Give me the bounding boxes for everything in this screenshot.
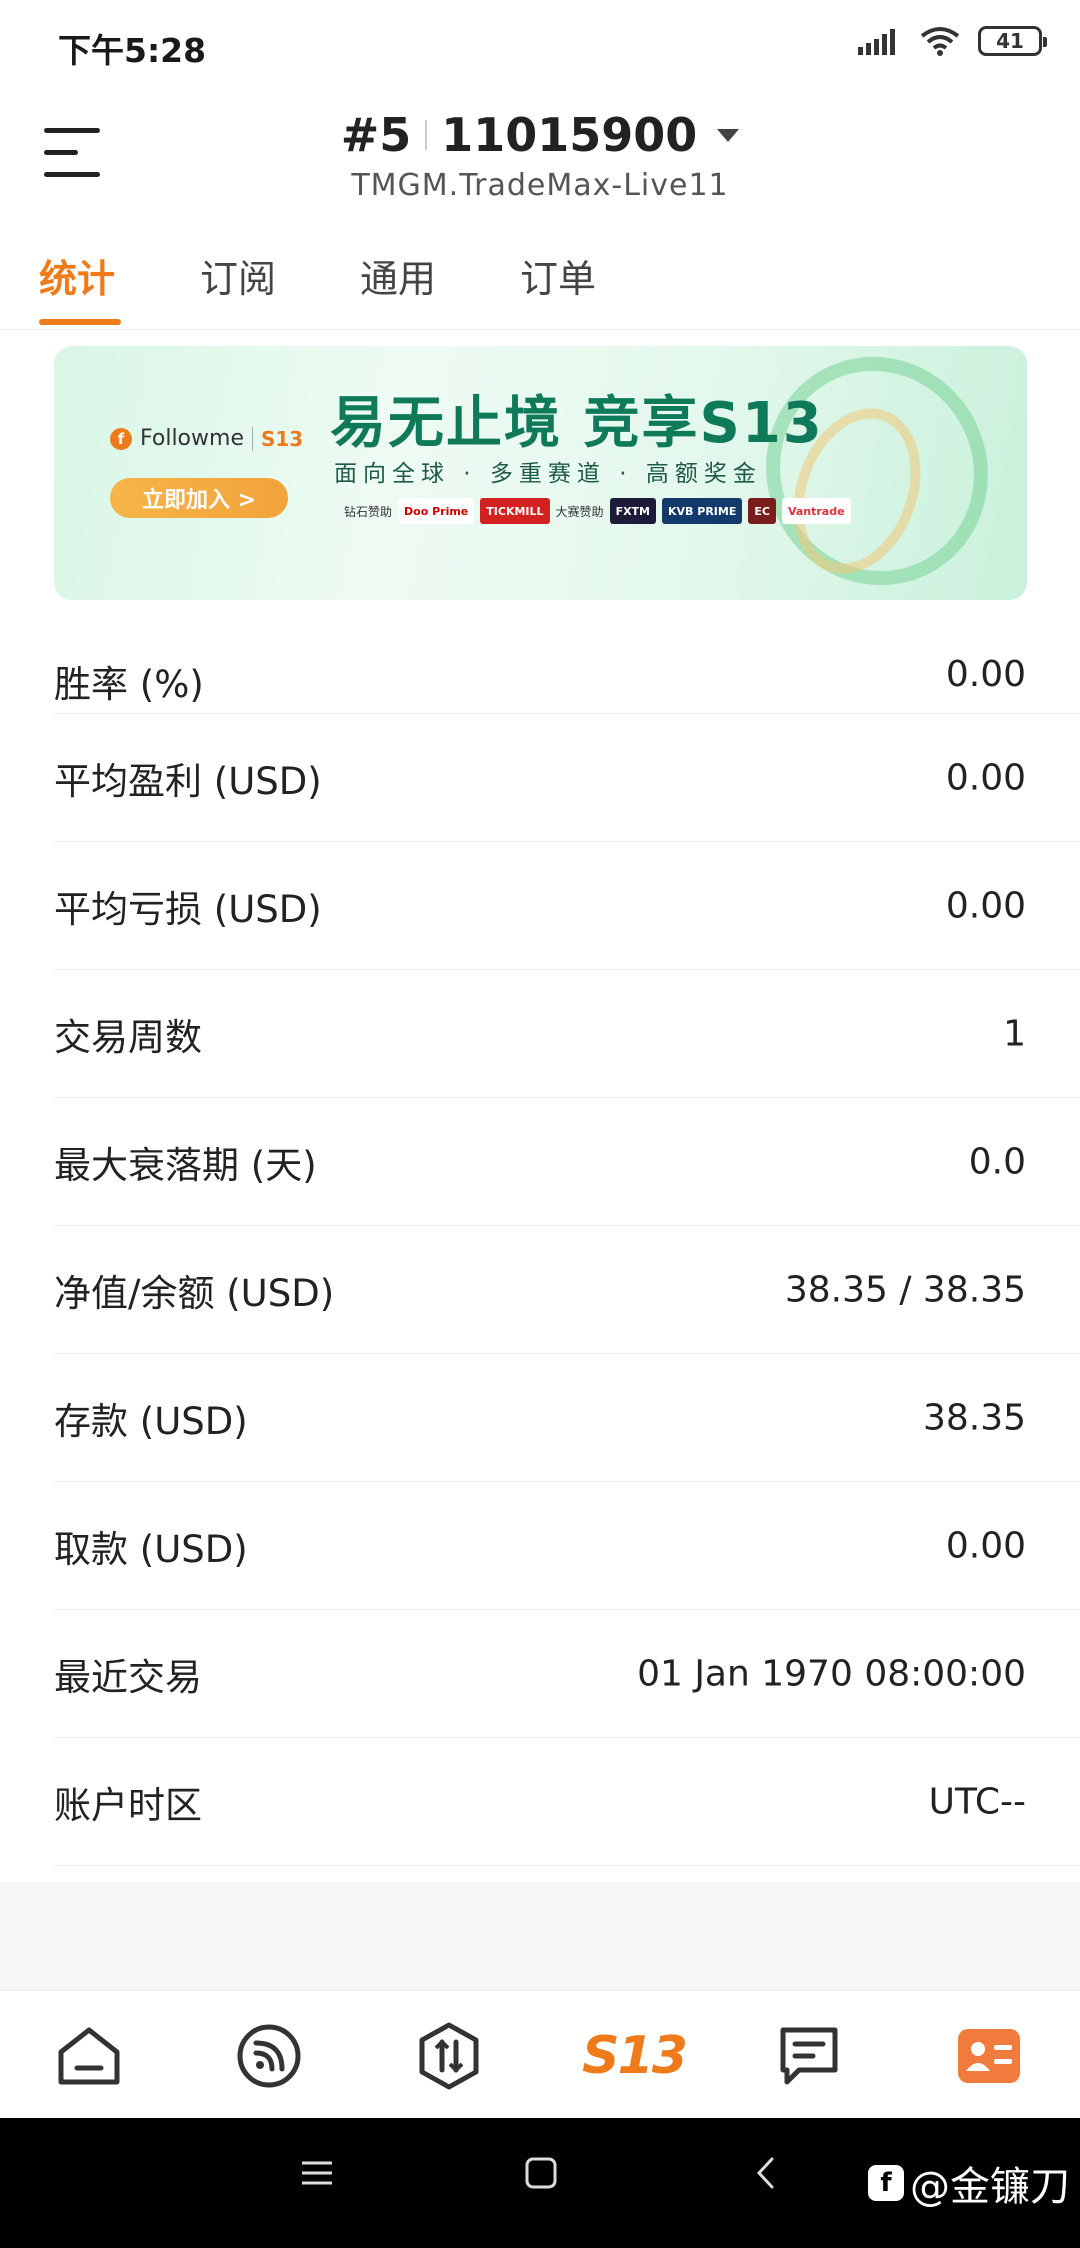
stat-row: 平均盈利 (USD) 0.00	[54, 714, 1080, 842]
stat-value: 0.00	[945, 654, 1026, 695]
s13-competition-icon[interactable]: S13	[582, 2021, 688, 2091]
sponsor-logo: Doo Prime	[398, 498, 475, 524]
trade-icon[interactable]	[414, 2021, 484, 2091]
account-selector[interactable]: #5 11015900 TMGM.TradeMax-Live11	[0, 108, 1080, 203]
system-nav-bar: f @金镰刀	[0, 2118, 1080, 2248]
stat-row: 存款 (USD) 38.35	[54, 1354, 1080, 1482]
stat-label: 平均盈利 (USD)	[54, 759, 322, 803]
stat-value: 01 Jan 1970 08:00:00	[637, 1653, 1026, 1694]
stat-row: 平均亏损 (USD) 0.00	[54, 842, 1080, 970]
bottom-nav: S13	[0, 1990, 1080, 2118]
banner-brand-name: Followme	[140, 426, 244, 451]
stat-value: 38.35	[922, 1397, 1026, 1438]
stat-label: 最大衰落期 (天)	[54, 1143, 317, 1187]
sponsor-logo: TICKMILL	[480, 498, 550, 524]
list-footer-spacer	[0, 1882, 1080, 1990]
battery-icon: 41	[978, 26, 1047, 56]
stat-row: 取款 (USD) 0.00	[54, 1482, 1080, 1610]
account-server: TMGM.TradeMax-Live11	[351, 168, 729, 203]
home-icon[interactable]	[54, 2021, 124, 2091]
stat-label: 平均亏损 (USD)	[54, 887, 322, 931]
s13-nav-label: S13	[582, 2026, 688, 2086]
battery-level: 41	[996, 29, 1024, 53]
banner-brand-badge: S13	[251, 426, 303, 451]
watermark-logo-icon: f	[868, 2165, 904, 2201]
stat-row: 账户时区 UTC--	[54, 1738, 1080, 1866]
diamond-sponsor-label: 钻石赞助	[344, 504, 393, 519]
banner-brand: f Followme S13	[110, 426, 303, 451]
tab-active-indicator	[39, 319, 121, 325]
stat-row: 交易周数 1	[54, 970, 1080, 1098]
stat-label: 存款 (USD)	[54, 1399, 248, 1443]
sponsor-logo: Vantrade	[781, 498, 851, 524]
caret-down-icon[interactable]	[717, 128, 740, 142]
tab-general[interactable]: 通用	[360, 248, 436, 303]
recent-apps-icon[interactable]	[300, 2156, 334, 2194]
stat-value: 1	[1003, 1013, 1026, 1054]
tab-orders[interactable]: 订单	[520, 248, 596, 303]
back-icon[interactable]	[754, 2156, 778, 2194]
stat-value: 0.00	[945, 1525, 1026, 1566]
sponsor-logo: EC	[748, 498, 776, 524]
account-number: 11015900	[441, 108, 698, 162]
stat-row: 最大衰落期 (天) 0.0	[54, 1098, 1080, 1226]
status-time: 下午5:28	[58, 31, 207, 70]
grand-sponsor-label: 大赛赞助	[555, 504, 604, 519]
stat-value: 0.0	[968, 1141, 1026, 1182]
status-bar: 下午5:28 41	[0, 0, 1080, 90]
profile-card-icon[interactable]	[954, 2021, 1024, 2091]
stats-list: 胜率 (%) 0.00 平均盈利 (USD) 0.00 平均亏损 (USD) 0…	[0, 618, 1080, 1866]
stat-label: 胜率 (%)	[54, 663, 204, 706]
stat-value: 38.35 / 38.35	[784, 1269, 1026, 1310]
home-button-icon[interactable]	[524, 2156, 558, 2194]
tab-subscribe[interactable]: 订阅	[200, 248, 276, 303]
stat-row: 净值/余额 (USD) 38.35 / 38.35	[54, 1226, 1080, 1354]
stat-label: 最近交易	[54, 1655, 202, 1699]
stat-row: 胜率 (%) 0.00	[54, 618, 1080, 714]
stat-value: UTC--	[928, 1781, 1026, 1822]
signal-icon	[858, 29, 895, 55]
wifi-icon	[920, 27, 960, 56]
banner-subline: 面向全球 · 多重赛道 · 高额奖金	[334, 461, 762, 487]
promo-banner[interactable]: f Followme S13 立即加入 > 易无止境 竞享S13 面向全球 · …	[54, 346, 1027, 600]
feed-icon[interactable]	[234, 2021, 304, 2091]
stat-label: 取款 (USD)	[54, 1527, 248, 1571]
sponsor-logo: FXTM	[609, 498, 657, 524]
banner-sponsors: 钻石赞助 Doo Prime TICKMILL 大赛赞助 FXTM KVB PR…	[344, 498, 851, 524]
stat-value: 0.00	[945, 757, 1026, 798]
status-icons: 41	[858, 26, 1047, 56]
stat-value: 0.00	[945, 885, 1026, 926]
sponsor-logo: KVB PRIME	[662, 498, 743, 524]
stat-label: 交易周数	[54, 1015, 202, 1059]
followme-logo-icon: f	[110, 427, 132, 450]
account-separator	[425, 120, 428, 150]
tab-bar: 统计 订阅 通用 订单	[0, 240, 1080, 330]
watermark-text: @金镰刀	[910, 2164, 1070, 2210]
header: #5 11015900 TMGM.TradeMax-Live11	[0, 90, 1080, 220]
join-now-button[interactable]: 立即加入 >	[110, 478, 288, 518]
banner-headline: 易无止境 竞享S13	[330, 391, 824, 456]
messages-icon[interactable]	[774, 2021, 844, 2091]
stat-row: 最近交易 01 Jan 1970 08:00:00	[54, 1610, 1080, 1738]
account-index: #5	[340, 108, 412, 162]
stat-label: 账户时区	[54, 1783, 202, 1827]
watermark: f @金镰刀	[868, 2154, 1070, 2212]
stat-label: 净值/余额 (USD)	[54, 1271, 335, 1315]
tab-stats[interactable]: 统计	[39, 248, 115, 303]
